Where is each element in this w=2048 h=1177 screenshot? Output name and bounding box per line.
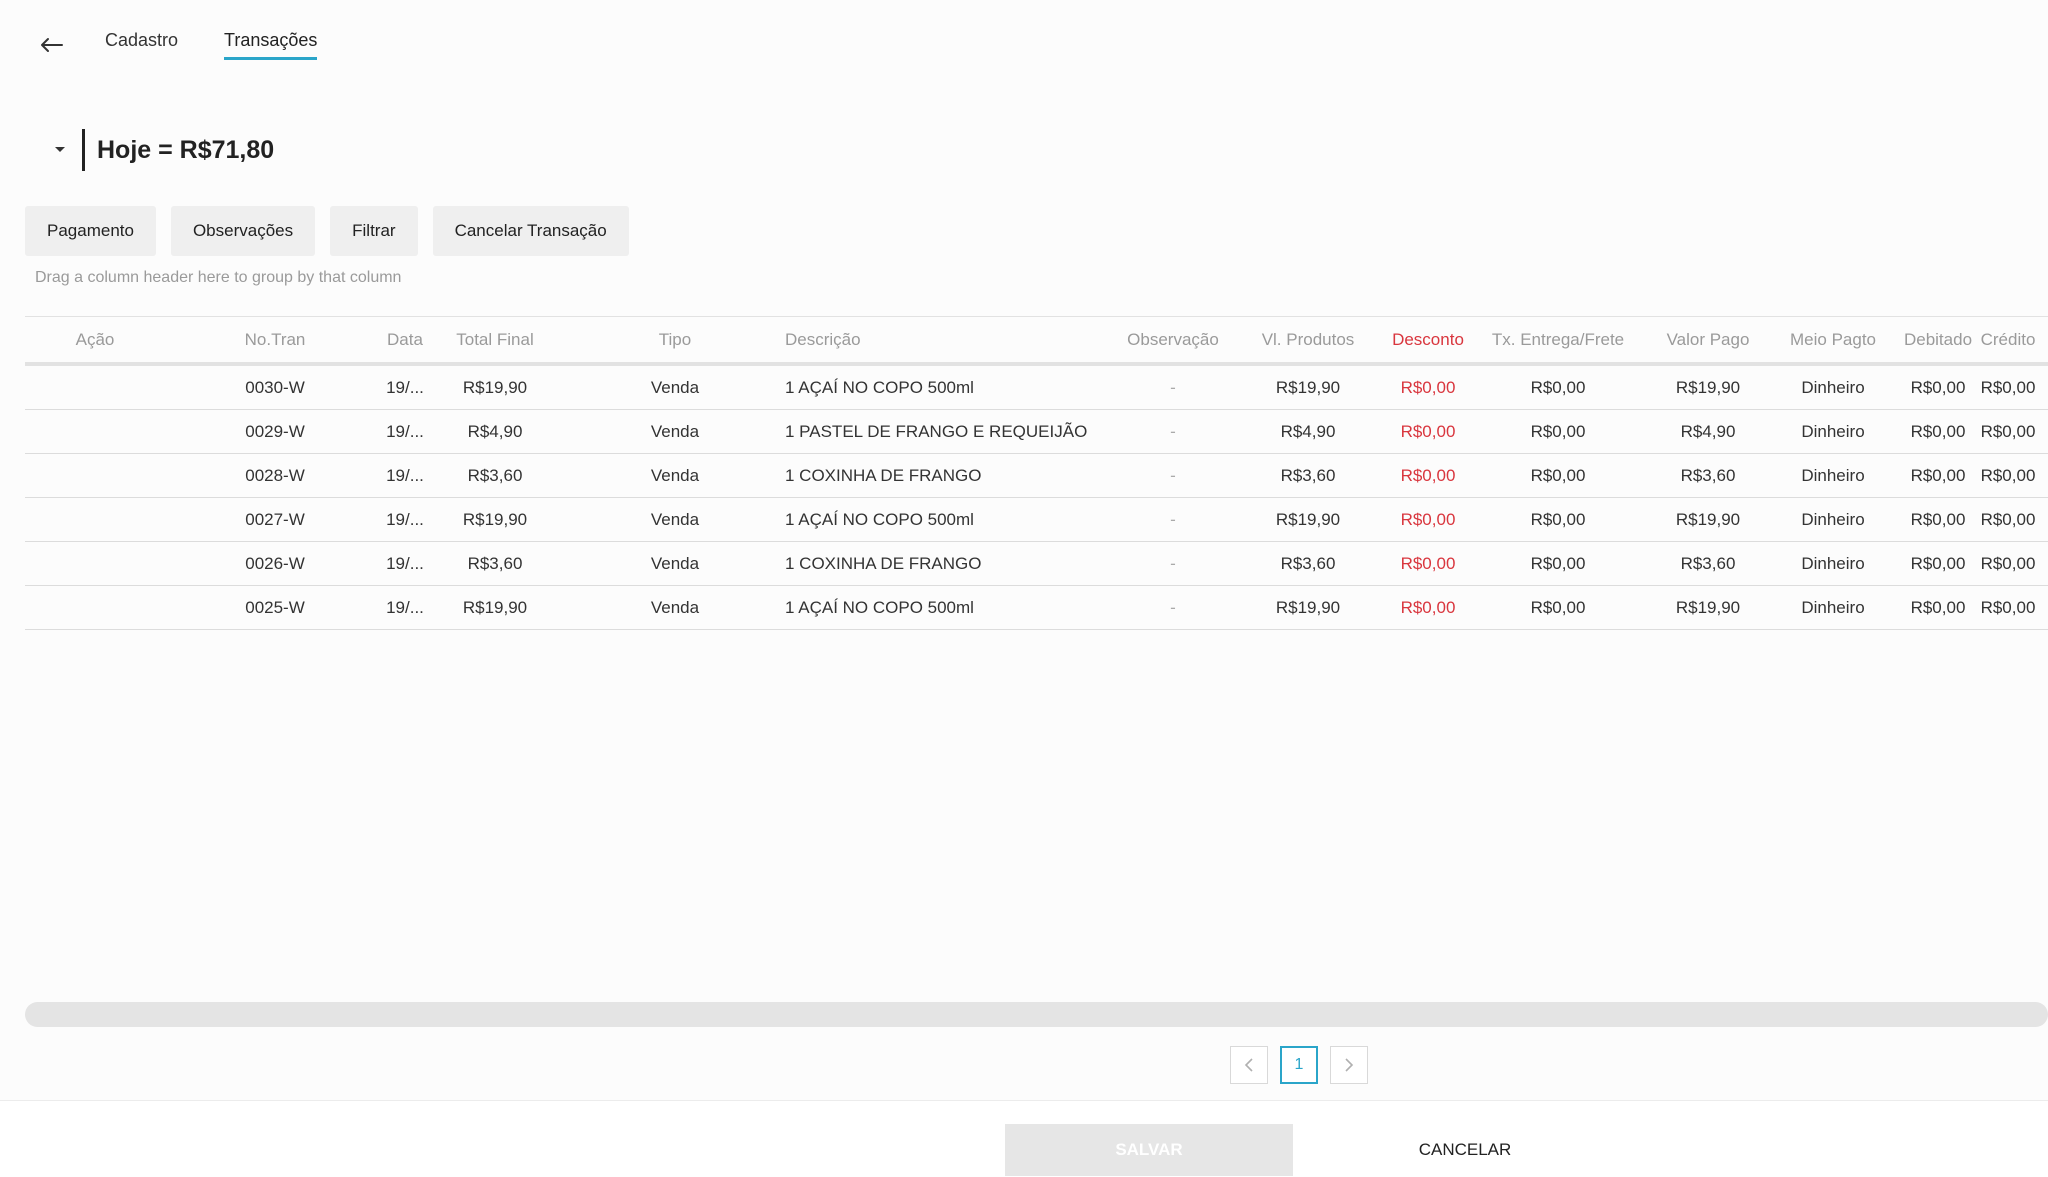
save-button[interactable]: SALVAR xyxy=(1005,1124,1293,1176)
cell-tipo: Venda xyxy=(650,509,700,529)
cell-observacao: - xyxy=(1170,465,1176,485)
cell-valor-pago: R$19,90 xyxy=(1675,597,1741,617)
cell-acao[interactable] xyxy=(45,542,145,585)
cell-notran: 0025-W xyxy=(245,597,305,617)
cell-tx-entrega: R$0,00 xyxy=(1530,553,1586,573)
cell-tx-entrega: R$0,00 xyxy=(1530,377,1586,397)
table-header: Ação No.Tran Data Total Final Tipo Descr… xyxy=(25,316,2048,366)
cell-valor-pago: R$3,60 xyxy=(1680,553,1736,573)
cell-credito: R$0,00 xyxy=(1980,509,2036,529)
cell-tipo: Venda xyxy=(650,597,700,617)
transactions-table: Ação No.Tran Data Total Final Tipo Descr… xyxy=(25,316,2048,630)
cell-tx-entrega: R$0,00 xyxy=(1530,421,1586,441)
cell-descricao: 1 COXINHA DE FRANGO xyxy=(785,465,982,485)
cell-descricao: 1 AÇAÍ NO COPO 500ml xyxy=(785,377,974,397)
header-descricao[interactable]: Descrição xyxy=(785,317,1130,362)
table-body: 0030-W 19/... R$19,90 Venda 1 AÇAÍ NO COPO 5… xyxy=(25,366,2048,630)
group-panel-hint: Drag a column header here to group by th… xyxy=(35,269,402,286)
header-notran[interactable]: No.Tran xyxy=(200,317,350,362)
header-tx-entrega[interactable]: Tx. Entrega/Frete xyxy=(1458,317,1658,362)
header-valor-pago[interactable]: Valor Pago xyxy=(1638,317,1778,362)
cell-notran: 0030-W xyxy=(245,377,305,397)
cell-descricao: 1 PASTEL DE FRANGO E REQUEIJÃO xyxy=(785,421,1088,441)
pagamento-button[interactable]: Pagamento xyxy=(25,206,156,256)
cell-total-final: R$19,90 xyxy=(462,509,528,529)
filtrar-button[interactable]: Filtrar xyxy=(330,206,418,256)
table-row[interactable]: 0025-W 19/... R$19,90 Venda 1 AÇAÍ NO COPO 5… xyxy=(25,586,2048,630)
cell-observacao: - xyxy=(1170,553,1176,573)
cell-tx-entrega: R$0,00 xyxy=(1530,509,1586,529)
cell-tx-entrega: R$0,00 xyxy=(1530,465,1586,485)
cell-credito: R$0,00 xyxy=(1980,597,2036,617)
toolbar: Pagamento Observações Filtrar Cancelar T… xyxy=(25,206,629,256)
cell-total-final: R$3,60 xyxy=(467,465,523,485)
cancelar-transacao-button[interactable]: Cancelar Transação xyxy=(432,206,629,256)
cell-descricao: 1 AÇAÍ NO COPO 500ml xyxy=(785,509,974,529)
cell-acao[interactable] xyxy=(45,586,145,629)
transactions-page: Cadastro Transações Hoje = R$71,80 Pagam… xyxy=(0,0,2048,1177)
cell-observacao: - xyxy=(1170,421,1176,441)
pagination: 1 xyxy=(1230,1046,1368,1084)
table-row[interactable]: 0030-W 19/... R$19,90 Venda 1 AÇAÍ NO COPO 5… xyxy=(25,366,2048,410)
cell-notran: 0028-W xyxy=(245,465,305,485)
cancel-button[interactable]: CANCELAR xyxy=(1405,1124,1525,1176)
cell-valor-pago: R$3,60 xyxy=(1680,465,1736,485)
page-number-current[interactable]: 1 xyxy=(1280,1046,1318,1084)
cell-valor-pago: R$19,90 xyxy=(1675,509,1741,529)
table-row[interactable]: 0027-W 19/... R$19,90 Venda 1 AÇAÍ NO COPO 5… xyxy=(25,498,2048,542)
table-row[interactable]: 0028-W 19/... R$3,60 Venda 1 COXINHA DE FRAN… xyxy=(25,454,2048,498)
cell-credito: R$0,00 xyxy=(1980,553,2036,573)
horizontal-scrollbar[interactable] xyxy=(25,1002,2048,1027)
cell-acao[interactable] xyxy=(45,410,145,453)
cell-total-final: R$3,60 xyxy=(467,553,523,573)
cell-tipo: Venda xyxy=(650,377,700,397)
summary-title: Hoje = R$71,80 xyxy=(97,135,275,164)
daily-summary: Hoje = R$71,80 xyxy=(52,129,275,171)
cell-valor-pago: R$4,90 xyxy=(1680,421,1736,441)
cell-tipo: Venda xyxy=(650,553,700,573)
tab-cadastro[interactable]: Cadastro xyxy=(105,30,178,57)
header-acao[interactable]: Ação xyxy=(45,317,145,362)
cell-observacao: - xyxy=(1170,377,1176,397)
cell-acao[interactable] xyxy=(45,366,145,409)
cell-descricao: 1 COXINHA DE FRANGO xyxy=(785,553,982,573)
next-page-button[interactable] xyxy=(1330,1046,1368,1084)
tab-transacoes[interactable]: Transações xyxy=(224,30,318,60)
cell-valor-pago: R$19,90 xyxy=(1675,377,1741,397)
header-credito[interactable]: Crédito xyxy=(1968,317,2048,362)
back-button[interactable] xyxy=(36,30,66,60)
collapse-toggle[interactable] xyxy=(52,142,68,158)
cell-notran: 0029-W xyxy=(245,421,305,441)
arrow-left-icon xyxy=(41,38,63,52)
cell-credito: R$0,00 xyxy=(1980,377,2036,397)
cell-total-final: R$19,90 xyxy=(462,377,528,397)
observacoes-button[interactable]: Observações xyxy=(170,206,316,256)
top-navigation: Cadastro Transações xyxy=(0,0,2048,70)
cell-descricao: 1 AÇAÍ NO COPO 500ml xyxy=(785,597,974,617)
cell-total-final: R$19,90 xyxy=(462,597,528,617)
cell-acao[interactable] xyxy=(45,454,145,497)
caret-down-icon xyxy=(55,147,65,152)
prev-page-button[interactable] xyxy=(1230,1046,1268,1084)
header-total-final[interactable]: Total Final xyxy=(430,317,560,362)
cell-observacao: - xyxy=(1170,509,1176,529)
chevron-right-icon xyxy=(1345,1058,1354,1072)
cell-notran: 0027-W xyxy=(245,509,305,529)
footer-bar: SALVAR CANCELAR xyxy=(0,1100,2048,1177)
summary-divider xyxy=(82,129,85,171)
cell-observacao: - xyxy=(1170,597,1176,617)
header-observacao[interactable]: Observação xyxy=(1098,317,1248,362)
header-tipo[interactable]: Tipo xyxy=(600,317,750,362)
cell-tx-entrega: R$0,00 xyxy=(1530,597,1586,617)
table-row[interactable]: 0029-W 19/... R$4,90 Venda 1 PASTEL DE FRANG… xyxy=(25,410,2048,454)
cell-notran: 0026-W xyxy=(245,553,305,573)
cell-total-final: R$4,90 xyxy=(467,421,523,441)
cell-tipo: Venda xyxy=(650,465,700,485)
cell-acao[interactable] xyxy=(45,498,145,541)
cell-tipo: Venda xyxy=(650,421,700,441)
cell-credito: R$0,00 xyxy=(1980,465,2036,485)
chevron-left-icon xyxy=(1244,1058,1253,1072)
cell-credito: R$0,00 xyxy=(1980,421,2036,441)
table-row[interactable]: 0026-W 19/... R$3,60 Venda 1 COXINHA DE FRAN… xyxy=(25,542,2048,586)
